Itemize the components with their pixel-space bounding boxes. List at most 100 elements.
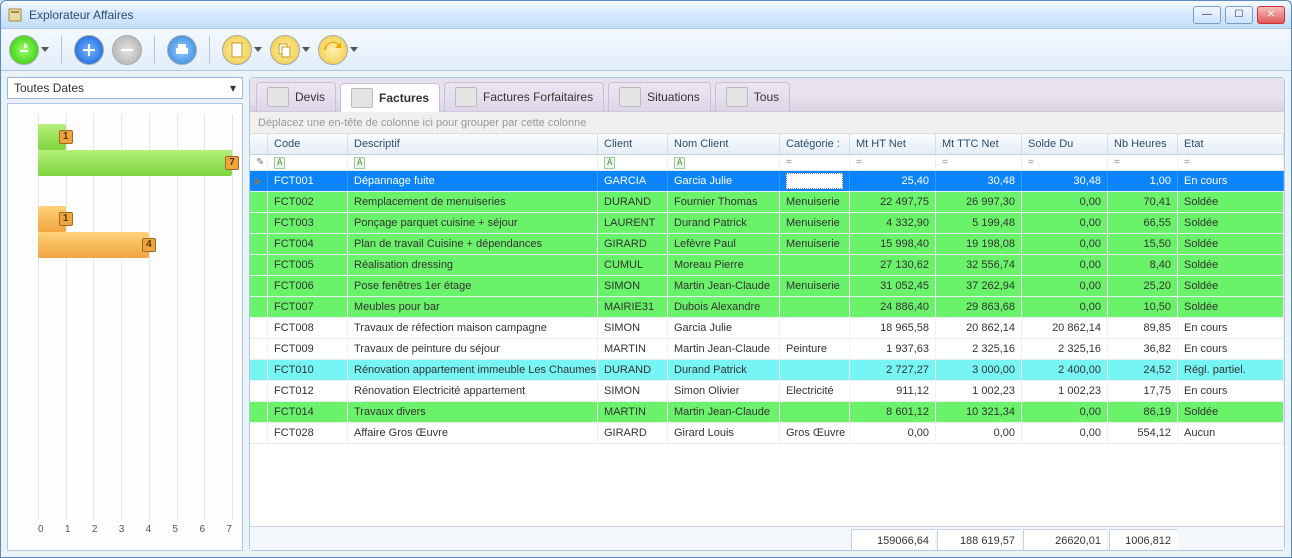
chart-bar-orange-1: 1 <box>38 206 66 232</box>
cell-descriptif: Dépannage fuite <box>348 171 598 191</box>
table-row[interactable]: FCT012Rénovation Electricité appartement… <box>250 381 1284 402</box>
cell-etat: Soldée <box>1178 402 1284 422</box>
group-by-hint[interactable]: Déplacez une en-tête de colonne ici pour… <box>250 112 1284 134</box>
total-ht: 159066,64 <box>851 529 935 550</box>
tab-tous[interactable]: Tous <box>715 82 790 111</box>
tab-devis[interactable]: Devis <box>256 82 336 111</box>
col-solde[interactable]: Solde Du <box>1022 134 1108 154</box>
refresh-button[interactable] <box>9 35 39 65</box>
filter-solde[interactable]: = <box>1022 155 1108 170</box>
col-client[interactable]: Client <box>598 134 668 154</box>
cell-ttc: 19 198,08 <box>936 234 1022 254</box>
export-dropdown-icon[interactable] <box>350 47 358 52</box>
table-row[interactable]: FCT005Réalisation dressingCUMULMoreau Pi… <box>250 255 1284 276</box>
cell-client: SIMON <box>598 276 668 296</box>
table-row[interactable]: FCT028Affaire Gros ŒuvreGIRARDGirard Lou… <box>250 423 1284 444</box>
cell-heures: 554,12 <box>1108 423 1178 443</box>
copy-button[interactable] <box>270 35 300 65</box>
filter-heures[interactable]: = <box>1108 155 1178 170</box>
col-descriptif[interactable]: Descriptif <box>348 134 598 154</box>
table-row[interactable]: FCT003Ponçage parquet cuisine + séjourLA… <box>250 213 1284 234</box>
copy-dropdown-icon[interactable] <box>302 47 310 52</box>
cell-etat: En cours <box>1178 381 1284 401</box>
filter-client[interactable]: A <box>598 155 668 170</box>
col-etat[interactable]: Etat <box>1178 134 1284 154</box>
cell-heures: 89,85 <box>1108 318 1178 338</box>
grid-footer: 159066,64 188 619,57 26620,01 1006,812 <box>250 526 1284 550</box>
cell-heures: 36,82 <box>1108 339 1178 359</box>
cell-nom-client: Dubois Alexandre <box>668 297 780 317</box>
left-panel: Toutes Dates ▾ 1714 01234567 <box>7 77 243 551</box>
filter-descriptif[interactable]: A <box>348 155 598 170</box>
cell-nom-client: Girard Louis <box>668 423 780 443</box>
preview-dropdown-icon[interactable] <box>254 47 262 52</box>
chart-tick: 7 <box>226 524 232 544</box>
tab-situations[interactable]: Situations <box>608 82 711 111</box>
tabbar: Devis FacturesFactures Forfaitaires Situat… <box>250 78 1284 112</box>
cell-descriptif: Travaux divers <box>348 402 598 422</box>
app-window: Explorateur Affaires — ☐ ✕ <box>0 0 1292 558</box>
filter-categorie[interactable]: = <box>780 155 850 170</box>
preview-button[interactable] <box>222 35 252 65</box>
print-button[interactable] <box>167 35 197 65</box>
filter-code[interactable]: A <box>268 155 348 170</box>
tab-devis-label: Devis <box>295 90 325 104</box>
cell-etat: En cours <box>1178 318 1284 338</box>
grid-body[interactable]: ▶FCT001Dépannage fuiteGARCIAGarcia Julie… <box>250 171 1284 526</box>
table-row[interactable]: FCT008Travaux de réfection maison campag… <box>250 318 1284 339</box>
filter-indicator[interactable]: ✎ <box>250 155 268 170</box>
cell-nom-client: Fournier Thomas <box>668 192 780 212</box>
refresh-dropdown-icon[interactable] <box>41 47 49 52</box>
remove-button[interactable] <box>112 35 142 65</box>
table-row[interactable]: ▶FCT001Dépannage fuiteGARCIAGarcia Julie… <box>250 171 1284 192</box>
cell-code: FCT028 <box>268 423 348 443</box>
filter-ttc[interactable]: = <box>936 155 1022 170</box>
table-row[interactable]: FCT002Remplacement de menuiseriesDURANDF… <box>250 192 1284 213</box>
maximize-button[interactable]: ☐ <box>1225 6 1253 24</box>
filter-ht[interactable]: = <box>850 155 936 170</box>
col-categorie[interactable]: Catégorie : <box>780 134 850 154</box>
main-panel: Devis FacturesFactures Forfaitaires Situat… <box>249 77 1285 551</box>
filter-etat[interactable]: = <box>1178 155 1284 170</box>
cell-code: FCT002 <box>268 192 348 212</box>
table-row[interactable]: FCT009Travaux de peinture du séjourMARTI… <box>250 339 1284 360</box>
cell-descriptif: Meubles pour bar <box>348 297 598 317</box>
add-button[interactable] <box>74 35 104 65</box>
table-row[interactable]: FCT010Rénovation appartement immeuble Le… <box>250 360 1284 381</box>
categorie-editor[interactable] <box>786 173 843 189</box>
cell-solde: 20 862,14 <box>1022 318 1108 338</box>
cell-client: CUMUL <box>598 255 668 275</box>
cell-etat: En cours <box>1178 339 1284 359</box>
filter-nom-client[interactable]: A <box>668 155 780 170</box>
tab-devis-icon <box>267 87 289 107</box>
tab-factures[interactable]: Factures <box>340 83 440 112</box>
cell-solde: 0,00 <box>1022 234 1108 254</box>
col-nom-client[interactable]: Nom Client <box>668 134 780 154</box>
cell-client: SIMON <box>598 318 668 338</box>
col-ttc[interactable]: Mt TTC Net <box>936 134 1022 154</box>
tab-situations-label: Situations <box>647 90 700 104</box>
cell-ttc: 29 863,68 <box>936 297 1022 317</box>
row-indicator <box>250 402 268 422</box>
table-row[interactable]: FCT007Meubles pour barMAIRIE31Dubois Ale… <box>250 297 1284 318</box>
date-filter-select[interactable]: Toutes Dates ▾ <box>7 77 243 99</box>
close-button[interactable]: ✕ <box>1257 6 1285 24</box>
cell-solde: 30,48 <box>1022 171 1108 191</box>
row-indicator <box>250 339 268 359</box>
cell-solde: 0,00 <box>1022 402 1108 422</box>
cell-categorie <box>780 297 850 317</box>
minimize-button[interactable]: — <box>1193 6 1221 24</box>
col-heures[interactable]: Nb Heures <box>1108 134 1178 154</box>
table-row[interactable]: FCT014Travaux diversMARTINMartin Jean-Cl… <box>250 402 1284 423</box>
col-code[interactable]: Code <box>268 134 348 154</box>
col-indicator[interactable] <box>250 134 268 154</box>
table-row[interactable]: FCT006Pose fenêtres 1er étageSIMONMartin… <box>250 276 1284 297</box>
chart-x-axis: 01234567 <box>38 524 232 544</box>
export-button[interactable] <box>318 35 348 65</box>
cell-nom-client: Martin Jean-Claude <box>668 276 780 296</box>
col-ht[interactable]: Mt HT Net <box>850 134 936 154</box>
tab-forfait[interactable]: Factures Forfaitaires <box>444 82 604 111</box>
cell-descriptif: Affaire Gros Œuvre <box>348 423 598 443</box>
summary-chart: 1714 01234567 <box>7 103 243 551</box>
table-row[interactable]: FCT004Plan de travail Cuisine + dépendan… <box>250 234 1284 255</box>
